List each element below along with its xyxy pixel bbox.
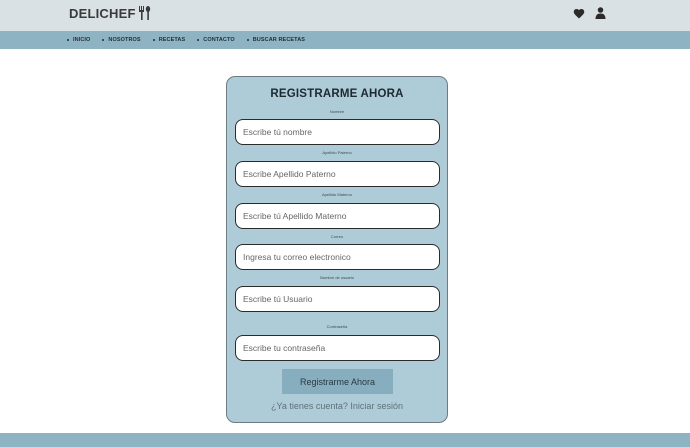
main-nav: INICIO NOSOTROS RECETAS CONTACTO BUSCAR … (0, 31, 690, 49)
bullet-icon (102, 39, 105, 41)
apellido-materno-input[interactable] (235, 203, 440, 229)
nav-label: INICIO (73, 37, 91, 43)
nav-label: RECETAS (158, 37, 186, 43)
nav-item-inicio[interactable]: INICIO (67, 37, 90, 43)
nav-list: INICIO NOSOTROS RECETAS CONTACTO BUSCAR … (67, 31, 317, 49)
password-label: Contraseña (326, 324, 348, 329)
bullet-icon (197, 39, 200, 41)
password-input[interactable] (235, 335, 440, 361)
nombre-label: Nombre (329, 109, 345, 114)
username-input[interactable] (235, 286, 440, 312)
nav-label: CONTACTO (203, 37, 235, 43)
form-title: REGISTRARME AHORA (270, 88, 404, 100)
nav-item-nosotros[interactable]: NOSOTROS (102, 37, 141, 43)
email-input[interactable] (235, 244, 440, 270)
bullet-icon (67, 39, 69, 41)
user-icon[interactable] (595, 7, 606, 19)
header-actions (573, 7, 606, 19)
footer-bar (0, 433, 690, 447)
brand-name: DELICHEF (69, 5, 136, 21)
login-link[interactable]: ¿Ya tienes cuenta? Iniciar sesión (227, 401, 447, 411)
top-bar: DELICHEF (0, 0, 690, 31)
nav-item-buscar-recetas[interactable]: BUSCAR RECETAS (246, 37, 306, 43)
heart-icon[interactable] (573, 8, 585, 19)
bullet-icon (246, 39, 249, 41)
register-button[interactable]: Registrarme Ahora (282, 369, 393, 394)
apellido-materno-label: Apellido Materno (321, 192, 353, 197)
nav-item-contacto[interactable]: CONTACTO (197, 37, 235, 43)
register-form: REGISTRARME AHORA Nombre Apellido Patern… (226, 76, 448, 423)
brand-logo[interactable]: DELICHEF (69, 5, 151, 21)
nav-item-recetas[interactable]: RECETAS (152, 37, 186, 43)
nav-label: BUSCAR RECETAS (252, 37, 306, 43)
nombre-input[interactable] (235, 119, 440, 145)
nav-label: NOSOTROS (108, 37, 141, 43)
apellido-paterno-label: Apellido Paterno (322, 150, 352, 155)
fork-spoon-icon (138, 6, 151, 20)
usuario-label: Nombre de usuario (319, 275, 355, 280)
bullet-icon (152, 39, 155, 41)
apellido-paterno-input[interactable] (235, 161, 440, 187)
correo-label: Correo (330, 234, 344, 239)
